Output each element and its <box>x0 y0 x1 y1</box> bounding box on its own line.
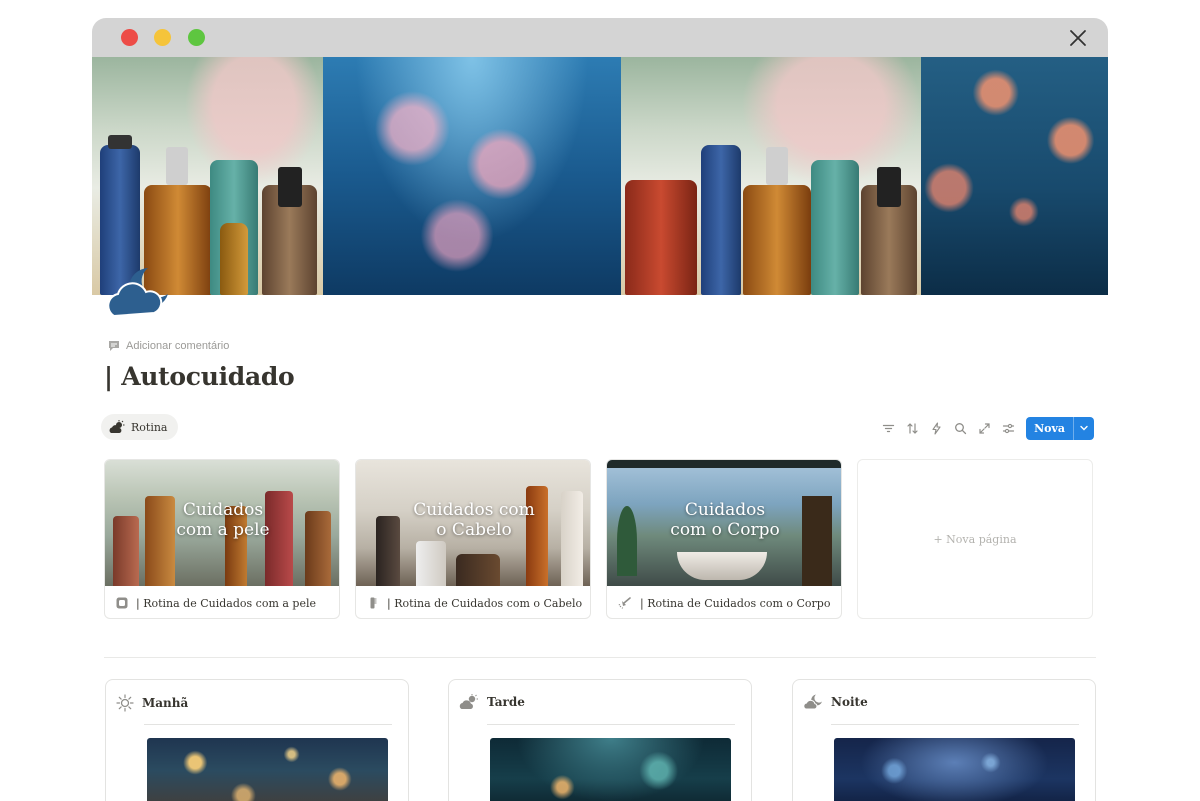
page-cover-image[interactable] <box>92 57 1108 295</box>
card-cover-title: Cuidados com o Cabelo <box>413 500 535 540</box>
card-cover-image: Cuidados com a pele <box>105 460 339 586</box>
routine-header[interactable]: Manhã <box>116 694 188 712</box>
add-comment-button[interactable]: Adicionar comentário <box>108 338 229 354</box>
new-button[interactable]: Nova <box>1026 417 1073 440</box>
chevron-down-icon <box>1080 425 1088 431</box>
routine-image[interactable] <box>147 738 388 801</box>
routine-column-manha: Manhã <box>105 679 409 801</box>
filter-button[interactable] <box>876 416 900 440</box>
window-minimize-dot[interactable] <box>154 29 171 46</box>
routine-divider <box>144 724 392 725</box>
moon-cloud-icon <box>803 694 822 710</box>
routine-label: Manhã <box>142 696 189 710</box>
title-bar <box>92 18 1108 57</box>
sun-behind-cloud-icon <box>109 420 125 433</box>
add-comment-label: Adicionar comentário <box>126 340 230 352</box>
card-cover-image: Cuidados com o Corpo <box>607 460 841 586</box>
card-cover-image: Cuidados com o Cabelo <box>356 460 590 586</box>
app-window: Adicionar comentário | Autocuidado Rotin… <box>92 18 1108 801</box>
card-title: | Rotina de Cuidados com o Corpo <box>640 596 831 610</box>
search-icon <box>954 422 966 434</box>
cover-products-panel-2 <box>621 57 921 295</box>
search-button[interactable] <box>948 416 972 440</box>
routine-label: Noite <box>831 695 868 709</box>
expand-button[interactable] <box>972 416 996 440</box>
view-settings-button[interactable] <box>996 416 1020 440</box>
sort-button[interactable] <box>900 416 924 440</box>
face-icon <box>116 597 128 609</box>
expand-icon <box>978 422 990 434</box>
routine-header[interactable]: Noite <box>803 694 868 710</box>
section-divider <box>104 657 1096 658</box>
comb-icon <box>370 597 377 609</box>
card-title: | Rotina de Cuidados com a pele <box>136 596 317 610</box>
new-button-group: Nova <box>1026 416 1094 440</box>
routine-image[interactable] <box>834 738 1075 801</box>
settings-icon <box>1002 423 1014 433</box>
routine-image[interactable] <box>490 738 731 801</box>
routine-label: Tarde <box>487 695 525 709</box>
view-tab-label: Rotina <box>131 420 168 434</box>
gallery-card-cabelo[interactable]: Cuidados com o Cabelo | Rotina de Cuidad… <box>355 459 591 619</box>
cover-products-panel <box>92 57 323 295</box>
routine-divider <box>831 724 1079 725</box>
new-dropdown-button[interactable] <box>1073 416 1094 440</box>
view-tab-rotina[interactable]: Rotina <box>101 414 178 440</box>
lightning-icon <box>932 421 941 435</box>
card-title: | Rotina de Cuidados com o Cabelo <box>387 596 583 610</box>
new-page-label: + Nova página <box>933 532 1017 546</box>
routine-column-noite: Noite <box>792 679 1096 801</box>
gallery-card-pele[interactable]: Cuidados com a pele | Rotina de Cuidados… <box>104 459 340 619</box>
window-close-dot[interactable] <box>121 29 138 46</box>
comment-icon <box>109 341 119 351</box>
routine-header[interactable]: Tarde <box>459 694 525 710</box>
sort-icon <box>906 422 918 434</box>
card-cover-title: Cuidados com a pele <box>176 500 270 540</box>
new-page-card[interactable]: + Nova página <box>857 459 1093 619</box>
automation-button[interactable] <box>924 416 948 440</box>
shower-icon <box>618 597 631 609</box>
sun-icon <box>116 694 134 712</box>
close-icon[interactable] <box>1068 28 1088 48</box>
cover-jellyfish-panel <box>323 57 621 295</box>
sun-behind-cloud-icon <box>459 694 478 709</box>
filter-icon <box>882 424 894 432</box>
routine-column-tarde: Tarde <box>448 679 752 801</box>
gallery-card-corpo[interactable]: Cuidados com o Corpo | Rotina de Cuidado… <box>606 459 842 619</box>
card-footer: | Rotina de Cuidados com o Cabelo <box>356 586 590 618</box>
card-footer: | Rotina de Cuidados com o Corpo <box>607 586 841 618</box>
card-footer: | Rotina de Cuidados com a pele <box>105 586 339 618</box>
card-cover-title: Cuidados com o Corpo <box>670 500 780 540</box>
routine-divider <box>487 724 735 725</box>
database-toolbar: Nova <box>876 416 1094 440</box>
page-title[interactable]: | Autocuidado <box>104 362 295 391</box>
window-zoom-dot[interactable] <box>188 29 205 46</box>
cover-jellyfish-panel-2 <box>921 57 1108 295</box>
cloud-moon-icon[interactable] <box>102 266 172 318</box>
